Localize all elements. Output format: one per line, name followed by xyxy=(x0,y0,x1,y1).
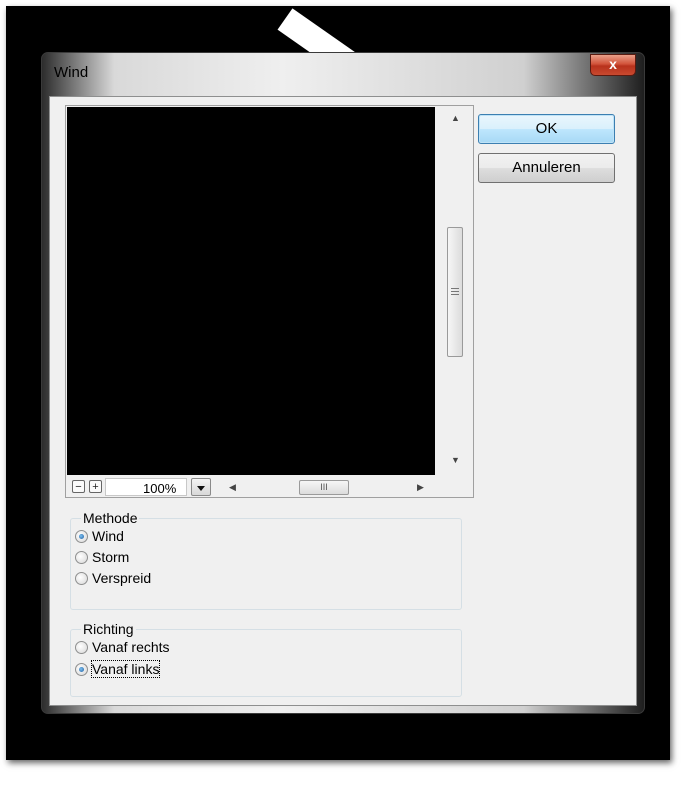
minus-icon: − xyxy=(75,481,82,493)
radio-label: Verspreid xyxy=(92,570,152,586)
preview-toolbar: − + 100% ◀ III ▶ xyxy=(67,477,472,497)
grip-line xyxy=(451,291,459,292)
close-icon: x xyxy=(609,56,617,72)
scroll-right-icon[interactable]: ▶ xyxy=(417,482,424,493)
radio-button[interactable] xyxy=(75,641,88,654)
ok-button[interactable]: OK xyxy=(478,114,615,144)
grip-line xyxy=(451,294,459,295)
radio-label: Wind xyxy=(92,528,124,544)
zoom-value: 100% xyxy=(143,481,177,496)
radio-button[interactable] xyxy=(75,551,88,564)
richting-label: Richting xyxy=(81,621,136,637)
methode-group: Methode Wind Storm Verspreid xyxy=(70,510,462,610)
plus-icon: + xyxy=(92,481,99,493)
radio-button[interactable] xyxy=(75,572,88,585)
vertical-scrollbar[interactable]: ▲ ▼ xyxy=(437,107,471,475)
radio-button[interactable] xyxy=(75,530,88,543)
scroll-left-icon[interactable]: ◀ xyxy=(229,482,236,493)
grip-icon: III xyxy=(320,482,328,492)
dialog-client-area: ▲ ▼ − + 100% ◀ III ▶ OK Annuleren Method… xyxy=(49,96,637,706)
radio-label: Storm xyxy=(92,549,130,565)
radio-label: Vanaf rechts xyxy=(92,639,170,655)
cancel-button[interactable]: Annuleren xyxy=(478,153,615,183)
zoom-dropdown-button[interactable] xyxy=(191,478,211,496)
dialog-title: Wind xyxy=(54,64,89,81)
radio-label: Vanaf links xyxy=(90,660,161,678)
radio-button[interactable] xyxy=(75,663,88,676)
scroll-up-icon[interactable]: ▲ xyxy=(451,113,460,123)
grip-line xyxy=(451,288,459,289)
zoom-in-button[interactable]: + xyxy=(89,480,102,493)
preview-canvas[interactable] xyxy=(67,107,435,475)
zoom-out-button[interactable]: − xyxy=(72,480,85,493)
horizontal-scroll-thumb[interactable]: III xyxy=(299,480,349,495)
methode-label: Methode xyxy=(81,510,140,526)
title-bar[interactable]: Wind x xyxy=(42,53,644,96)
wind-dialog: Wind x ▲ ▼ − + 100% ◀ III ▶ OK Annuleren… xyxy=(41,52,645,714)
preview-panel: ▲ ▼ − + 100% ◀ III ▶ xyxy=(65,105,474,498)
vertical-scroll-thumb[interactable] xyxy=(447,227,463,357)
zoom-field[interactable]: 100% xyxy=(105,478,187,496)
close-button[interactable]: x xyxy=(590,54,636,76)
richting-group: Richting Vanaf rechts Vanaf links xyxy=(70,621,462,697)
scroll-down-icon[interactable]: ▼ xyxy=(451,455,460,465)
